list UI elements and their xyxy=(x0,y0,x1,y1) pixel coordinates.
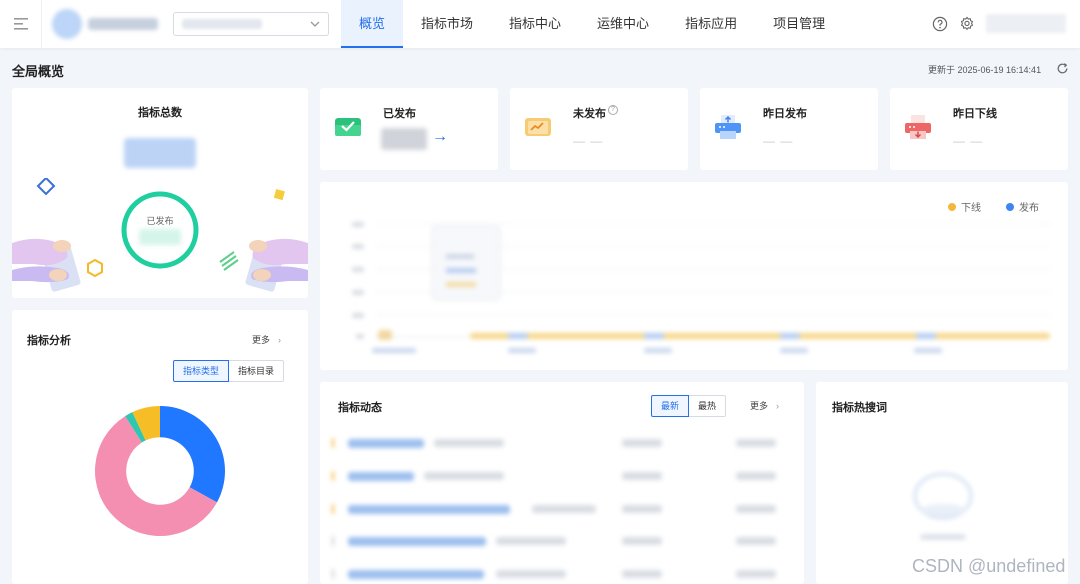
nav-tab-market[interactable]: 指标市场 xyxy=(403,0,491,48)
trend-chart-card: 下线 发布 xyxy=(320,182,1068,370)
nav-tab-projects[interactable]: 项目管理 xyxy=(755,0,843,48)
feed-row[interactable] xyxy=(332,434,792,454)
analysis-more-link[interactable]: 更多 › xyxy=(252,333,281,346)
user-menu[interactable] xyxy=(986,14,1066,33)
stat-label-unpublished: 未发布 xyxy=(573,108,606,120)
nav-tab-center[interactable]: 指标中心 xyxy=(491,0,579,48)
analysis-card: 指标分析 更多 › 指标类型 指标目录 xyxy=(12,310,308,584)
hot-search-title: 指标热搜词 xyxy=(832,402,887,414)
updated-time: 更新于 2025-06-19 16:14:41 xyxy=(928,65,1042,75)
stat-value-yesterday-offline: — — xyxy=(953,134,984,148)
printer-download-icon xyxy=(905,115,931,139)
help-icon[interactable] xyxy=(932,16,948,32)
feed-row[interactable] xyxy=(332,467,792,487)
feed-row[interactable] xyxy=(332,500,792,520)
printer-upload-icon xyxy=(715,115,741,139)
ring-value xyxy=(139,229,181,245)
stat-value-published xyxy=(381,128,427,150)
top-bar: 概览 指标市场 指标中心 运维中心 指标应用 项目管理 xyxy=(0,0,1080,48)
metrics-feed-card: 指标动态 最新 最热 更多 › xyxy=(320,382,804,584)
hot-search-card: 指标热搜词 xyxy=(816,382,1068,584)
stat-card-yesterday-published[interactable]: 昨日发布 — — xyxy=(700,88,878,170)
analysis-more-label: 更多 xyxy=(252,335,271,345)
menu-toggle-button[interactable] xyxy=(0,0,42,48)
stat-value-unpublished: — — xyxy=(573,134,604,148)
stat-label-published: 已发布 xyxy=(383,108,416,120)
ring-label: 已发布 xyxy=(146,216,174,226)
nav-tab-ops[interactable]: 运维中心 xyxy=(579,0,667,48)
feed-row[interactable] xyxy=(332,532,792,552)
stat-card-published[interactable]: 已发布 → xyxy=(320,88,498,170)
feed-more-label: 更多 xyxy=(750,401,769,411)
empty-state-illustration xyxy=(913,472,973,540)
refresh-icon[interactable] xyxy=(1056,62,1069,75)
total-metrics-value xyxy=(124,138,196,168)
nav-tab-overview[interactable]: 概览 xyxy=(341,0,404,48)
total-metrics-card: 指标总数 已发布 xyxy=(12,88,308,298)
envelope-chart-icon xyxy=(525,118,551,136)
hamburger-icon xyxy=(13,18,28,30)
feed-toggle-latest[interactable]: 最新 xyxy=(651,395,690,417)
analysis-toggle: 指标类型 指标目录 xyxy=(173,360,285,382)
nav-tab-apps[interactable]: 指标应用 xyxy=(667,0,755,48)
watermark: CSDN @undefined xyxy=(912,556,1066,576)
envelope-check-icon xyxy=(335,118,361,136)
trend-chart-plot xyxy=(352,222,1050,353)
page-title: 全局概览 xyxy=(12,64,65,79)
stat-card-unpublished[interactable]: 未发布 ? — — xyxy=(510,88,688,170)
feed-more-link[interactable]: 更多 › xyxy=(750,399,779,412)
stat-arrow-published[interactable]: → xyxy=(432,128,448,146)
gear-icon[interactable] xyxy=(959,16,975,32)
stat-value-yesterday-published: — — xyxy=(763,134,794,148)
analysis-title: 指标分析 xyxy=(27,335,71,347)
feed-title: 指标动态 xyxy=(338,402,382,414)
feed-toggle-hot[interactable]: 最热 xyxy=(689,395,727,417)
main-nav: 概览 指标市场 指标中心 运维中心 指标应用 项目管理 xyxy=(341,0,843,48)
analysis-toggle-type[interactable]: 指标类型 xyxy=(173,360,230,382)
app-logo xyxy=(52,8,164,40)
stat-label-yesterday-offline: 昨日下线 xyxy=(953,108,997,120)
feed-row[interactable] xyxy=(332,565,792,584)
analysis-toggle-catalog[interactable]: 指标目录 xyxy=(229,360,285,382)
feed-toggle: 最新 最热 xyxy=(651,395,727,417)
project-select[interactable] xyxy=(173,12,329,36)
chevron-right-icon: › xyxy=(278,335,282,345)
stat-card-yesterday-offline[interactable]: 昨日下线 — — xyxy=(890,88,1068,170)
stat-help-icon[interactable]: ? xyxy=(608,105,618,115)
type-donut-chart xyxy=(94,406,225,536)
chevron-down-icon xyxy=(310,21,320,27)
donut-slice-0[interactable] xyxy=(160,406,225,503)
stat-label-yesterday-published: 昨日发布 xyxy=(763,108,807,120)
total-metrics-title: 指标总数 xyxy=(138,107,182,119)
chevron-right-icon: › xyxy=(776,401,780,411)
